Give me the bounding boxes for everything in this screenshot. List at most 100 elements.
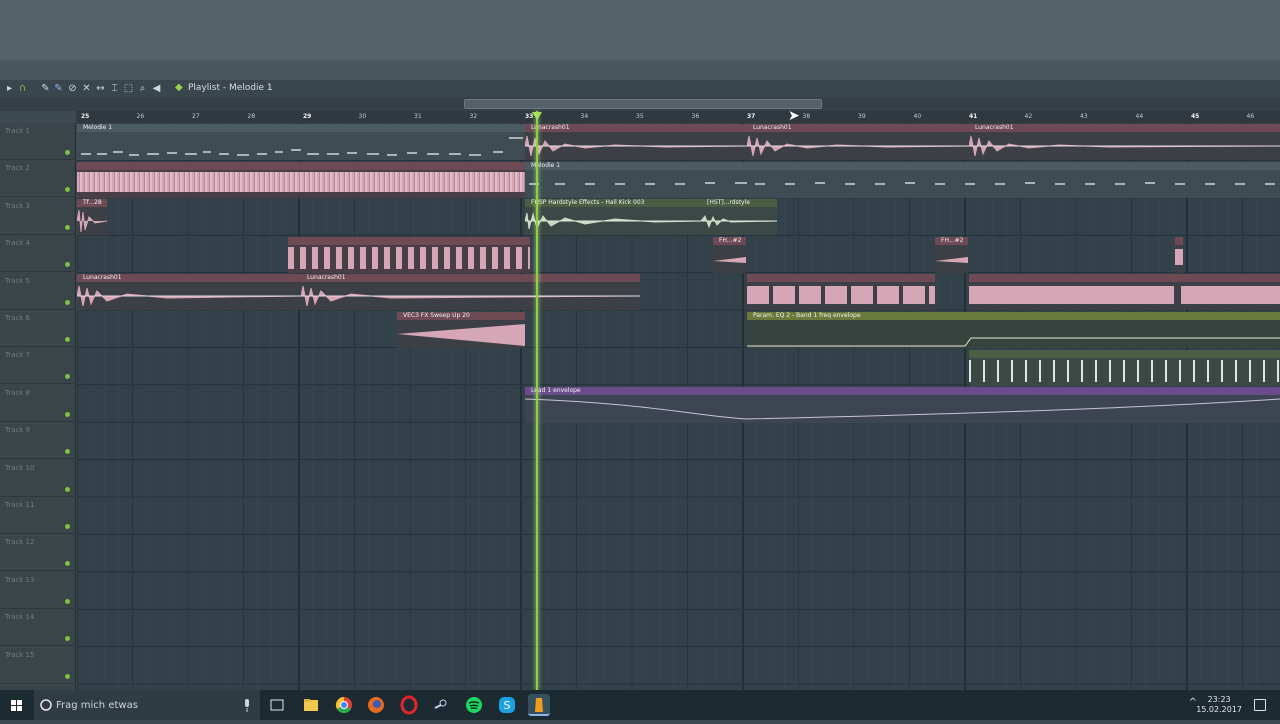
microphone-icon[interactable] — [242, 690, 252, 720]
app-top-bar — [0, 0, 1280, 60]
clip-roll-t4[interactable] — [288, 237, 530, 273]
mute-icon[interactable]: ✕ — [81, 83, 92, 94]
notification-center-icon[interactable] — [1254, 699, 1266, 711]
clip-lunacrash-t1-a[interactable]: Lunacrash01 — [525, 124, 747, 160]
track-mute-led[interactable] — [65, 262, 70, 268]
track-mute-led[interactable] — [65, 449, 70, 455]
mouse-cursor-icon: ➤ — [788, 108, 800, 124]
task-view-icon[interactable] — [266, 694, 288, 716]
track-mute-led[interactable] — [65, 150, 70, 155]
track-label: Track 15 — [5, 650, 35, 659]
track-label: Track 8 — [5, 388, 30, 397]
track-header[interactable]: Track 7 — [0, 347, 76, 385]
taskbar-clock[interactable]: 23:23 15.02.2017 — [1196, 695, 1242, 715]
track-mute-led[interactable] — [65, 673, 70, 679]
firefox-icon[interactable] — [365, 694, 387, 716]
waveform — [969, 286, 1280, 304]
track-header[interactable]: Track 13 — [0, 572, 76, 609]
clip-fh-t4-a[interactable]: FH...#2 — [713, 237, 746, 273]
track-header[interactable]: Track 15 — [0, 647, 76, 684]
speaker-icon[interactable]: ◀ — [151, 83, 162, 94]
track-label: Track 7 — [5, 351, 30, 360]
playlist-grid[interactable]: Melodie 1 Lunacrash01 Lunacrash01 Lunacr… — [77, 123, 1280, 690]
clip-vec3-t6[interactable]: VEC3 FX Sweep Up 20 — [397, 312, 525, 348]
track-header[interactable]: Track 12 — [0, 534, 76, 572]
track-header[interactable]: Track 6 — [0, 310, 76, 347]
menu-arrow-icon[interactable]: ▸ — [4, 83, 15, 94]
paint-icon[interactable]: ✎ — [53, 83, 64, 94]
waveform — [525, 135, 747, 157]
waveform — [77, 172, 525, 192]
clip-lunacrash-t1-c[interactable]: Lunacrash01 — [969, 124, 1280, 160]
track-header[interactable]: Track 2 — [0, 160, 76, 198]
svg-text:S: S — [504, 699, 511, 712]
ruler-bar-number: 43 — [1080, 113, 1088, 120]
clip-melodie-t1[interactable]: Melodie 1 — [77, 124, 525, 160]
timeline-ruler[interactable] — [76, 111, 1280, 123]
ruler-bar-number: 46 — [1246, 113, 1255, 120]
clip-tf-t3[interactable]: Tf...28 — [77, 199, 107, 235]
clip-lunacrash-t1-b[interactable]: Lunacrash01 — [747, 124, 969, 160]
horizontal-scrollbar[interactable] — [464, 99, 822, 109]
track-header[interactable]: Track 1 — [0, 123, 76, 160]
slip-icon[interactable]: ↔ — [95, 83, 106, 94]
playhead[interactable] — [536, 111, 538, 690]
select-icon[interactable]: ⬚ — [123, 83, 134, 94]
fl-studio-icon[interactable] — [528, 694, 550, 716]
clip-hst-t3[interactable]: [HST]...rdstyle — [701, 199, 777, 235]
skype-icon[interactable]: S — [496, 694, 518, 716]
playhead-marker[interactable] — [532, 112, 542, 120]
file-explorer-icon[interactable] — [300, 694, 322, 716]
ruler-bar-number: 42 — [1024, 113, 1033, 120]
magnet-icon[interactable]: ∩ — [17, 83, 28, 94]
track-header[interactable]: Track 11 — [0, 497, 76, 534]
track-label: Track 9 — [5, 426, 30, 435]
track-header[interactable]: Track 5 — [0, 273, 76, 310]
chevron-right-icon[interactable]: › — [268, 82, 272, 92]
clip-fh-t4-b[interactable]: FH...#2 — [935, 237, 968, 273]
track-header[interactable]: Track 4 — [0, 235, 76, 273]
clip-audio-t2-block[interactable] — [77, 162, 525, 198]
track-mute-led[interactable] — [65, 187, 70, 193]
track-mute-led[interactable] — [65, 636, 70, 642]
clip-chops-t5-a[interactable] — [747, 274, 935, 310]
clip-param-eq-t6[interactable]: Param. EQ 2 - Band 1 freq envelope — [747, 312, 1280, 348]
spotify-icon[interactable] — [463, 694, 485, 716]
track-header[interactable]: Track 10 — [0, 460, 76, 497]
clip-hats-t7[interactable] — [969, 350, 1280, 386]
zoom-icon[interactable]: ⌕ — [137, 83, 148, 94]
track-mute-led[interactable] — [65, 224, 70, 230]
track-header[interactable]: Track 3 — [0, 198, 76, 235]
ruler-bar-number: 28 — [247, 113, 256, 120]
track-mute-led[interactable] — [65, 411, 70, 417]
clip-notes — [77, 132, 525, 160]
track-mute-led[interactable] — [65, 598, 70, 604]
taskbar-search[interactable]: Frag mich etwas — [34, 690, 260, 720]
delete-icon[interactable]: ⊘ — [67, 83, 78, 94]
clip-melodie-t2[interactable]: Melodie 1 — [525, 162, 1280, 198]
opera-icon[interactable] — [398, 694, 420, 716]
track-mute-led[interactable] — [65, 299, 70, 305]
clip-small-t4[interactable] — [1175, 237, 1183, 273]
track-header[interactable]: Track 8 — [0, 385, 76, 422]
clip-fhsp-t3[interactable]: FHSP Hardstyle Effects - Hall Kick 003 — [525, 199, 701, 235]
track-header[interactable]: Track 9 — [0, 422, 76, 460]
track-mute-led[interactable] — [65, 561, 70, 567]
pencil-icon[interactable]: ✎ — [40, 83, 51, 94]
clip-lunacrash-t5-b[interactable]: Lunacrash01 — [301, 274, 640, 310]
clip-chops-t5-b[interactable] — [969, 274, 1280, 310]
steam-icon[interactable] — [430, 694, 452, 716]
track-mute-led[interactable] — [65, 486, 70, 492]
ruler-bar-number: 40 — [913, 113, 922, 120]
ruler-bar-number: 35 — [636, 113, 644, 120]
track-mute-led[interactable] — [65, 337, 70, 342]
clip-lead-envelope-t8[interactable]: Lead 1 envelope — [525, 387, 1280, 423]
track-header[interactable]: Track 14 — [0, 609, 76, 647]
track-mute-led[interactable] — [65, 374, 70, 380]
windows-start-button[interactable] — [0, 690, 32, 720]
track-headers: Track 1 Track 2 Track 3 Track 4 Track 5 Track… — [0, 123, 76, 690]
slice-icon[interactable]: ⌶ — [109, 83, 120, 94]
track-mute-led[interactable] — [65, 524, 70, 529]
clip-lunacrash-t5-a[interactable]: Lunacrash01 — [77, 274, 301, 310]
chrome-icon[interactable] — [333, 694, 355, 716]
